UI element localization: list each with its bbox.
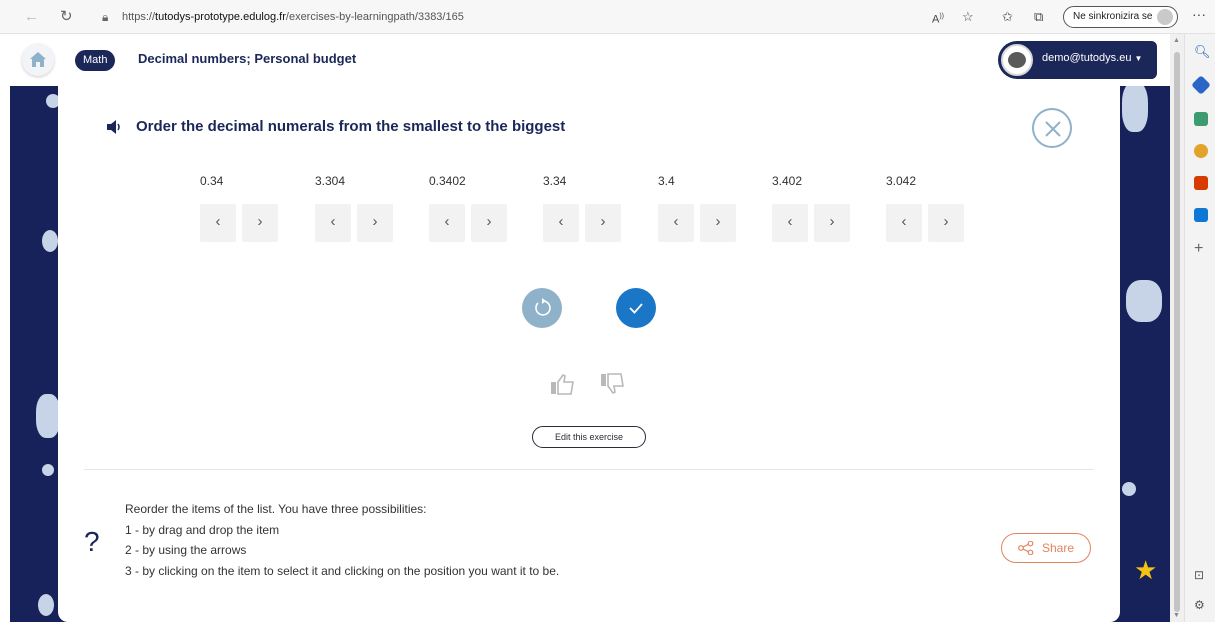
background-blob — [42, 230, 58, 252]
thumbs-down-icon[interactable] — [600, 372, 626, 396]
move-right-button[interactable]: › — [814, 204, 850, 242]
move-left-button[interactable]: ‹ — [315, 204, 351, 242]
help-instructions: Reorder the items of the list. You have … — [125, 499, 559, 581]
sidebar-toggle-icon[interactable]: ⊡ — [1194, 568, 1204, 582]
office-icon[interactable] — [1194, 176, 1208, 190]
help-line: 3 - by clicking on the item to select it… — [125, 563, 560, 578]
check-icon — [629, 303, 643, 314]
home-button[interactable] — [22, 44, 54, 76]
item-value[interactable]: 0.3402 — [429, 174, 466, 188]
reset-icon — [535, 298, 551, 316]
settings-icon[interactable]: ⚙ — [1194, 598, 1205, 612]
share-label: Share — [1042, 541, 1075, 555]
move-right-button[interactable]: › — [700, 204, 736, 242]
favorites-icon[interactable]: ✩ — [1002, 8, 1013, 26]
background-blob — [38, 594, 54, 616]
speaker-icon[interactable] — [106, 120, 122, 134]
caret-down-icon: ▼ — [1134, 54, 1143, 63]
tools-icon[interactable] — [1194, 112, 1208, 126]
app-header: Math Decimal numbers; Personal budget de… — [10, 34, 1170, 86]
background-blob — [1122, 82, 1148, 132]
help-icon: ? — [84, 526, 100, 557]
exercise-instruction: Order the decimal numerals from the smal… — [136, 118, 566, 135]
item-value[interactable]: 0.34 — [200, 174, 223, 188]
add-favorite-icon[interactable]: ☆ — [962, 8, 974, 26]
user-email: demo@tutodys.eu — [1042, 52, 1132, 64]
add-icon[interactable]: + — [1194, 240, 1203, 258]
app-area: Math Decimal numbers; Personal budget de… — [10, 34, 1170, 622]
close-icon — [1045, 121, 1061, 137]
page-title: Decimal numbers; Personal budget — [138, 51, 357, 66]
share-button[interactable]: Share — [1001, 533, 1091, 563]
close-button[interactable] — [1032, 108, 1072, 148]
scroll-down-icon[interactable]: ▼ — [1173, 612, 1180, 619]
scrollbar[interactable]: ▲ ▼ — [1170, 34, 1184, 622]
browser-sidebar: 🔍︎ + ⊡ ⚙ — [1184, 34, 1215, 622]
shopping-tag-icon[interactable] — [1191, 75, 1211, 95]
move-right-button[interactable]: › — [585, 204, 621, 242]
profile-avatar-icon — [1157, 9, 1173, 25]
address-bar[interactable]: 🔒︎ https://tutodys-prototype.edulog.fr/e… — [96, 5, 916, 29]
cat-avatar-icon — [1008, 52, 1026, 68]
move-right-button[interactable]: › — [242, 204, 278, 242]
scroll-up-icon[interactable]: ▲ — [1173, 37, 1180, 44]
read-aloud-icon[interactable]: A)) — [932, 8, 944, 29]
browser-toolbar: ← ↻ 🔒︎ https://tutodys-prototype.edulog.… — [0, 0, 1215, 34]
move-right-button[interactable]: › — [357, 204, 393, 242]
help-line: 1 - by drag and drop the item — [125, 522, 280, 537]
move-left-button[interactable]: ‹ — [772, 204, 808, 242]
exercise-card: Order the decimal numerals from the smal… — [58, 86, 1120, 622]
move-left-button[interactable]: ‹ — [658, 204, 694, 242]
more-menu-icon[interactable]: ··· — [1192, 6, 1206, 22]
move-left-button[interactable]: ‹ — [200, 204, 236, 242]
move-left-button[interactable]: ‹ — [429, 204, 465, 242]
back-arrow-icon[interactable]: ← — [24, 8, 39, 26]
move-right-button[interactable]: › — [471, 204, 507, 242]
item-value[interactable]: 3.34 — [543, 174, 566, 188]
move-left-button[interactable]: ‹ — [886, 204, 922, 242]
background-blob — [1126, 280, 1162, 322]
background-blob — [36, 394, 60, 438]
subject-badge: Math — [75, 50, 116, 71]
item-value[interactable]: 3.042 — [886, 174, 916, 188]
edit-exercise-button[interactable]: Edit this exercise — [532, 426, 646, 448]
star-icon[interactable]: ★ — [1134, 557, 1157, 583]
lock-icon: 🔒︎ — [102, 10, 109, 24]
games-icon[interactable] — [1194, 144, 1208, 158]
outlook-icon[interactable] — [1194, 208, 1208, 222]
item-value[interactable]: 3.402 — [772, 174, 802, 188]
divider — [84, 469, 1094, 470]
avatar — [1001, 44, 1033, 76]
user-menu-button[interactable]: demo@tutodys.eu ▼ — [998, 41, 1157, 79]
collections-icon[interactable]: ⧉ — [1034, 8, 1043, 26]
share-icon — [1018, 541, 1034, 555]
reset-button[interactable] — [522, 288, 562, 328]
background-blob — [42, 464, 54, 476]
validate-button[interactable] — [616, 288, 656, 328]
help-line: Reorder the items of the list. You have … — [125, 502, 427, 516]
move-right-button[interactable]: › — [928, 204, 964, 242]
search-icon[interactable]: 🔍︎ — [1194, 44, 1211, 59]
help-line: 2 - by using the arrows — [125, 543, 247, 557]
url-text: https://tutodys-prototype.edulog.fr/exer… — [122, 11, 464, 23]
refresh-icon[interactable]: ↻ — [60, 8, 73, 26]
move-left-button[interactable]: ‹ — [543, 204, 579, 242]
thumbs-up-icon[interactable] — [550, 372, 576, 396]
item-value[interactable]: 3.4 — [658, 174, 675, 188]
profile-sync-button[interactable]: Ne sinkronizira se — [1063, 6, 1178, 28]
background-blob — [1122, 482, 1136, 496]
scrollbar-thumb[interactable] — [1174, 52, 1180, 612]
item-value[interactable]: 3.304 — [315, 174, 345, 188]
home-icon — [30, 52, 46, 67]
